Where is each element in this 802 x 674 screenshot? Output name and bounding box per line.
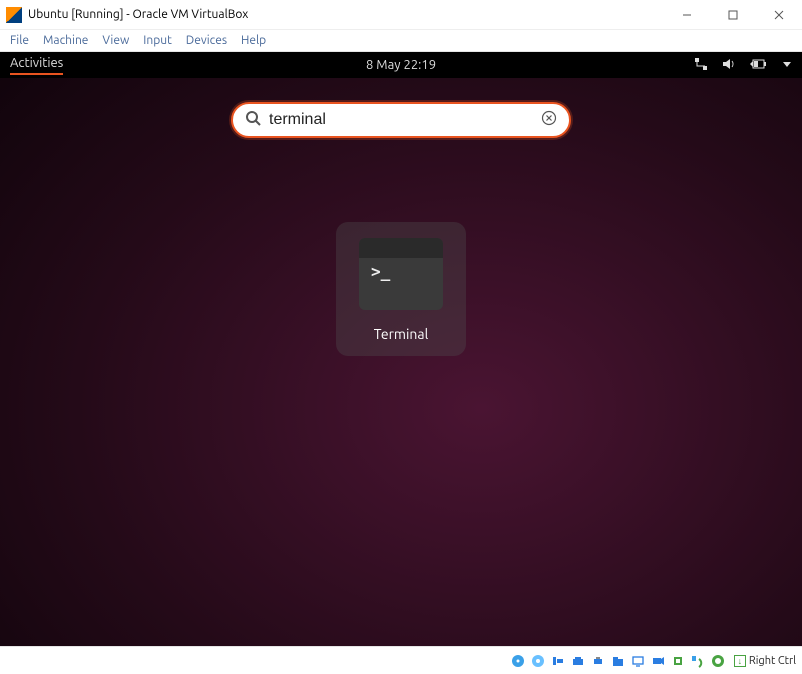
host-key-indicator[interactable]: ↓ Right Ctrl	[730, 655, 796, 667]
optical-disk-icon[interactable]	[530, 653, 546, 669]
vbox-titlebar: Ubuntu [Running] - Oracle VM VirtualBox	[0, 0, 802, 30]
overview-search[interactable]	[231, 102, 571, 138]
vbox-menubar: File Machine View Input Devices Help	[0, 30, 802, 52]
activities-button[interactable]: Activities	[10, 56, 63, 75]
terminal-app-icon: >_	[359, 238, 443, 310]
display-icon[interactable]	[630, 653, 646, 669]
menu-devices[interactable]: Devices	[186, 34, 227, 47]
system-indicators[interactable]	[694, 57, 792, 74]
vbox-statusbar: ↓ Right Ctrl	[0, 646, 802, 674]
search-result-label: Terminal	[346, 326, 456, 342]
clock[interactable]: 8 May 22:19	[366, 58, 436, 72]
audio-icon[interactable]	[550, 653, 566, 669]
minimize-button[interactable]	[664, 0, 710, 30]
virtualbox-logo-icon	[6, 7, 22, 23]
window-title: Ubuntu [Running] - Oracle VM VirtualBox	[28, 8, 248, 21]
cpu-icon[interactable]	[670, 653, 686, 669]
mouse-integration-icon[interactable]	[690, 653, 706, 669]
host-key-arrow-icon: ↓	[734, 655, 746, 667]
recording-icon[interactable]	[650, 653, 666, 669]
battery-charging-icon	[750, 57, 768, 74]
menu-input[interactable]: Input	[143, 34, 172, 47]
search-icon	[245, 110, 261, 130]
hard-disk-icon[interactable]	[510, 653, 526, 669]
close-button[interactable]	[756, 0, 802, 30]
menu-file[interactable]: File	[10, 34, 29, 47]
search-input[interactable]	[261, 111, 541, 129]
maximize-button[interactable]	[710, 0, 756, 30]
menu-view[interactable]: View	[102, 34, 129, 47]
network-adapter-icon[interactable]	[570, 653, 586, 669]
shared-folder-icon[interactable]	[610, 653, 626, 669]
guest-display[interactable]: Activities 8 May 22:19	[0, 52, 802, 646]
gnome-topbar: Activities 8 May 22:19	[0, 52, 802, 78]
keyboard-icon[interactable]	[710, 653, 726, 669]
search-result-terminal[interactable]: >_ Terminal	[336, 222, 466, 356]
clear-search-icon[interactable]	[541, 110, 557, 130]
menu-help[interactable]: Help	[241, 34, 266, 47]
host-key-label: Right Ctrl	[749, 655, 796, 667]
usb-icon[interactable]	[590, 653, 606, 669]
wired-network-icon	[694, 57, 708, 74]
chevron-down-icon	[782, 58, 792, 72]
menu-machine[interactable]: Machine	[43, 34, 88, 47]
volume-icon	[722, 57, 736, 74]
